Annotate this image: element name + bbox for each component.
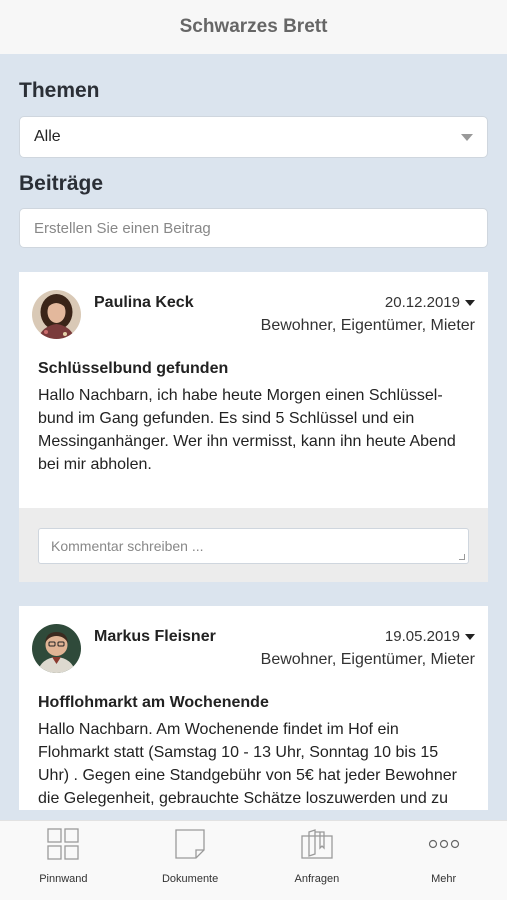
beitraege-heading: Beiträge (19, 172, 104, 195)
post-title: Hofflohmarkt am Wochenende (38, 694, 269, 711)
avatar[interactable] (32, 624, 81, 673)
caret-down-icon (465, 299, 475, 306)
avatar[interactable] (32, 290, 81, 339)
themen-select-value: Alle (34, 128, 61, 145)
post-audience: Bewohner, Eigentümer, Mieter (260, 651, 475, 668)
post-audience: Bewohner, Eigentümer, Mieter (260, 317, 475, 334)
post-card: Paulina Keck 20.12.2019 Bewohner, Eigent… (19, 272, 488, 582)
tab-pinnwand[interactable]: Pinnwand (0, 821, 127, 900)
more-icon (428, 827, 460, 861)
post-title: Schlüsselbund gefunden (38, 360, 229, 377)
tab-label: Pinnwand (39, 873, 88, 885)
caret-down-icon (465, 633, 475, 640)
tab-label: Mehr (431, 873, 457, 885)
document-icon (174, 827, 206, 861)
tab-anfragen[interactable]: Anfragen (254, 821, 381, 900)
comment-input[interactable]: Kommentar schreiben ... (38, 528, 469, 564)
main-content[interactable]: Themen Alle Beiträge Erstellen Sie einen… (0, 54, 507, 820)
tab-mehr[interactable]: Mehr (380, 821, 507, 900)
tab-label: Anfragen (294, 873, 340, 885)
post-text: Hallo Nachbarn, ich habe heute Morgen ei… (38, 387, 456, 473)
app-header: Schwarzes Brett (0, 0, 507, 54)
post-date-menu[interactable]: 19.05.2019 (261, 628, 475, 645)
tab-dokumente[interactable]: Dokumente (127, 821, 254, 900)
themen-select[interactable]: Alle (19, 116, 488, 158)
post-date: 19.05.2019 (384, 628, 460, 645)
post-author: Paulina Keck (94, 294, 194, 311)
resize-handle-icon[interactable] (459, 554, 465, 560)
grid-icon (47, 827, 80, 861)
comment-placeholder: Kommentar schreiben ... (51, 538, 204, 554)
themen-heading: Themen (19, 79, 100, 102)
tab-bar: Pinnwand Dokumente Anfragen Mehr (0, 820, 507, 900)
post-date-menu[interactable]: 20.12.2019 (261, 294, 475, 311)
chevron-down-icon (461, 133, 473, 141)
create-post-placeholder: Erstellen Sie einen Beitrag (34, 219, 211, 237)
create-post-input[interactable]: Erstellen Sie einen Beitrag (19, 208, 488, 248)
tab-label: Dokumente (161, 873, 219, 885)
post-text: Hallo Nachbarn. Am Wochenende findet im … (38, 721, 457, 807)
page-title: Schwarzes Brett (179, 16, 328, 37)
comment-section: Kommentar schreiben ... (19, 508, 488, 582)
post-card: Markus Fleisner 19.05.2019 Bewohner, Eig… (19, 606, 488, 810)
post-author: Markus Fleisner (94, 628, 216, 645)
post-date: 20.12.2019 (384, 294, 460, 311)
requests-icon (300, 827, 334, 861)
